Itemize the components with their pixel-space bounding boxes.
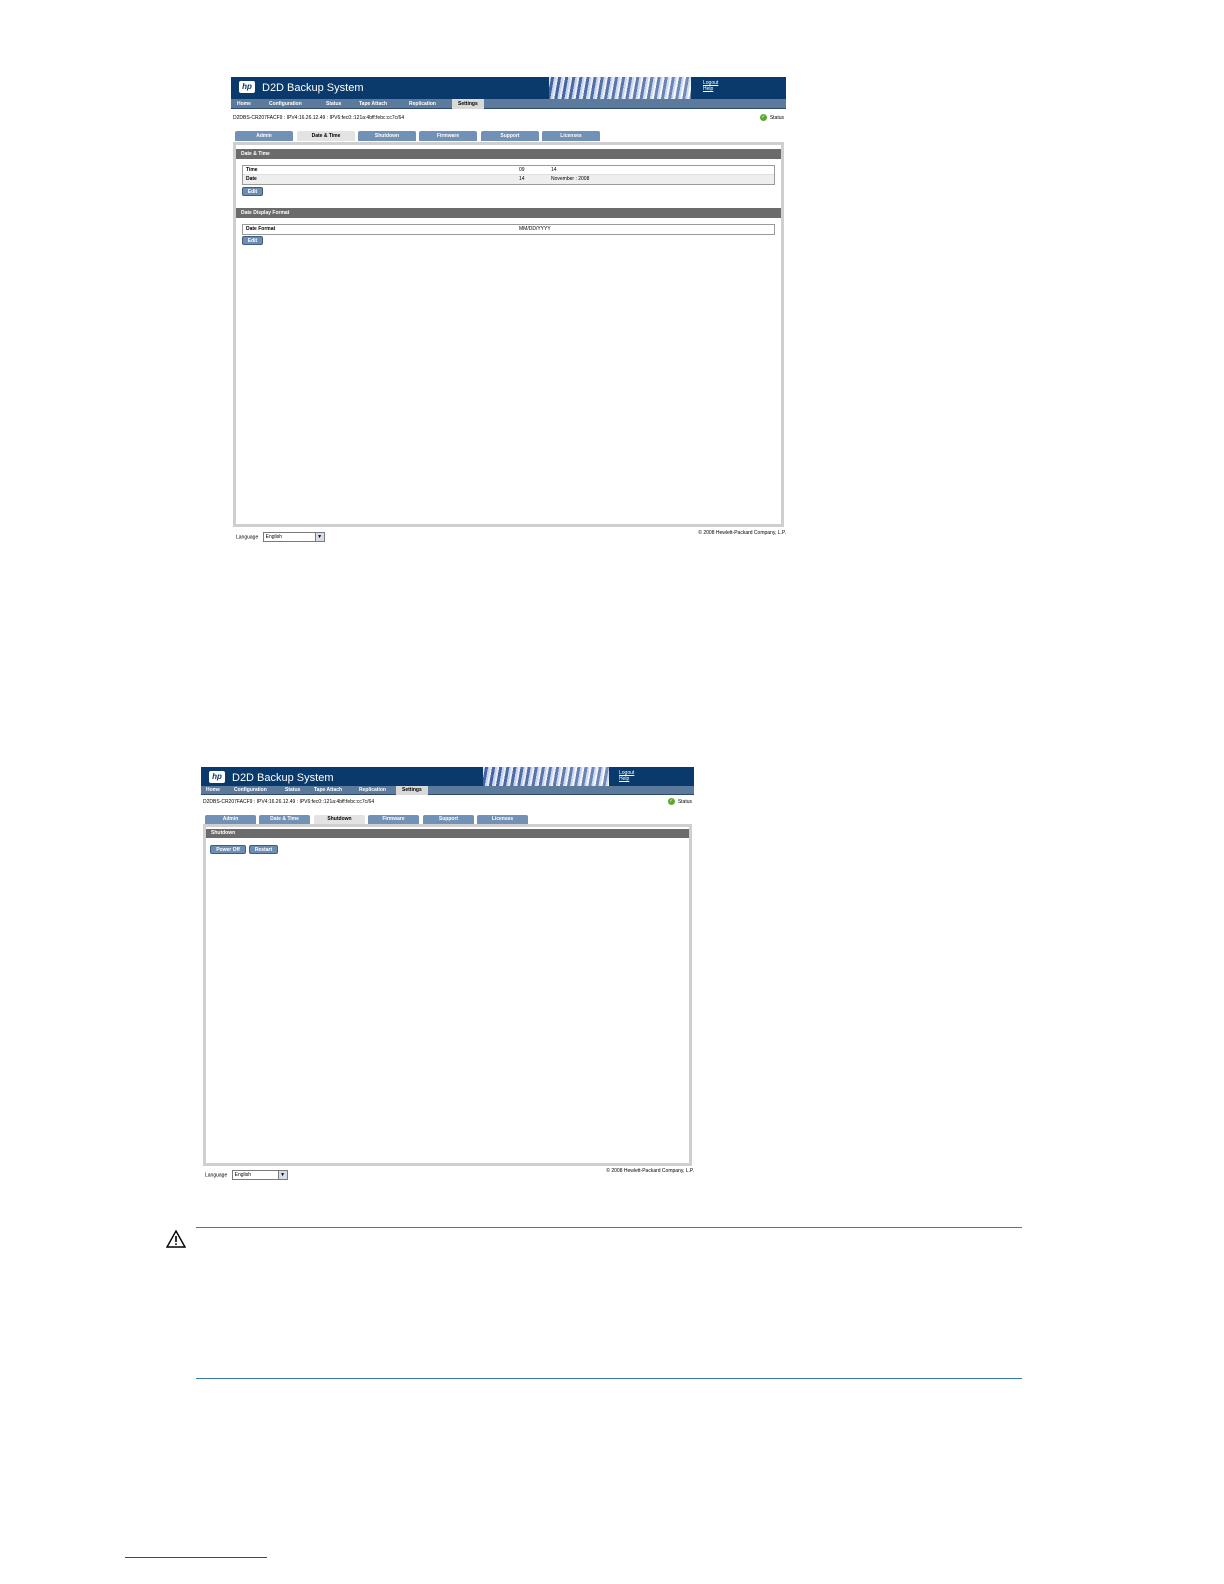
tab-date-time[interactable]: Date & Time <box>259 815 310 824</box>
status-ok-icon: ✓ <box>759 114 767 121</box>
copyright: © 2008 Hewlett-Packard Company, L.P. <box>606 1168 694 1174</box>
nav-tape-attach[interactable]: Tape Attach <box>314 786 342 795</box>
help-link[interactable]: Help <box>703 86 718 92</box>
nav-configuration[interactable]: Configuration <box>234 786 267 795</box>
copyright: © 2008 Hewlett-Packard Company, L.P. <box>698 530 786 536</box>
caution-bottom-rule <box>196 1378 1022 1379</box>
table-row: Date 14 November : 2008 <box>243 175 774 184</box>
tab-firmware[interactable]: Firmware <box>419 131 477 141</box>
date-time-table: Time 09 14 Date 14 November : 2008 <box>242 165 775 185</box>
settings-tabs: Admin Date & Time Shutdown Firmware Supp… <box>201 815 694 824</box>
language-select[interactable]: English ▼ <box>262 532 325 542</box>
app-title: D2D Backup System <box>262 82 364 94</box>
row-label: Date Format <box>246 226 276 232</box>
hp-logo-icon: hp <box>209 771 225 783</box>
tab-support[interactable]: Support <box>423 815 474 824</box>
tab-licenses[interactable]: Licenses <box>542 131 600 141</box>
time-hour-value: 09 <box>519 167 525 173</box>
nav-configuration[interactable]: Configuration <box>269 99 302 109</box>
date-month-year-value: November : 2008 <box>551 176 590 182</box>
nav-status[interactable]: Status <box>326 99 341 109</box>
status-ok-icon: ✓ <box>667 798 675 805</box>
tab-shutdown[interactable]: Shutdown <box>358 131 416 141</box>
footer-link-underline <box>125 1557 267 1558</box>
host-info: D2DBS-CR207FACF9 : IPV4:16.26.12.49 : IP… <box>233 115 405 121</box>
settings-tabs: Admin Date & Time Shutdown Firmware Supp… <box>231 131 786 141</box>
language-label: Language <box>236 534 259 541</box>
nav-replication[interactable]: Replication <box>409 99 436 109</box>
tab-licenses[interactable]: Licenses <box>477 815 528 824</box>
chevron-down-icon[interactable]: ▼ <box>277 1171 287 1179</box>
help-link[interactable]: Help <box>619 776 634 782</box>
nav-home[interactable]: Home <box>206 786 220 795</box>
section-title-date-display-format: Date Display Format <box>236 208 781 218</box>
section-title-date-time: Date & Time <box>236 149 781 159</box>
restart-button[interactable]: Restart <box>249 845 278 854</box>
language-label: Language <box>205 1172 228 1179</box>
date-day-value: 14 <box>519 176 525 182</box>
main-nav: Home Configuration Status Tape Attach Re… <box>201 786 694 795</box>
settings-panel: Shutdown Power Off Restart <box>203 824 692 1166</box>
table-row: Time 09 14 <box>243 166 774 175</box>
nav-tape-attach[interactable]: Tape Attach <box>359 99 387 109</box>
chevron-down-icon[interactable]: ▼ <box>314 533 324 541</box>
tab-date-time[interactable]: Date & Time <box>297 131 355 141</box>
edit-date-format-button[interactable]: Edit <box>242 236 263 245</box>
hp-logo-icon: hp <box>239 81 255 93</box>
language-selector: Language English ▼ <box>205 1170 288 1180</box>
edit-date-time-button[interactable]: Edit <box>242 187 263 196</box>
status-label: Status <box>769 114 784 121</box>
row-label: Date <box>246 176 257 182</box>
time-minute-value: 14 <box>551 167 557 173</box>
top-links: Logout Help <box>703 80 718 92</box>
language-selector: Language English ▼ <box>236 532 325 542</box>
language-value: English <box>265 534 283 540</box>
nav-settings[interactable]: Settings <box>452 99 484 109</box>
screenshot-date-time: hp D2D Backup System Logout Help Home Co… <box>231 77 786 545</box>
tab-admin[interactable]: Admin <box>205 815 256 824</box>
caution-top-rule <box>196 1227 1022 1228</box>
language-value: English <box>234 1172 252 1178</box>
host-info: D2DBS-CR207FACF9 : IPV4:16.26.12.49 : IP… <box>203 799 375 805</box>
tab-admin[interactable]: Admin <box>235 131 293 141</box>
main-nav: Home Configuration Status Tape Attach Re… <box>231 99 786 109</box>
building-image <box>549 77 691 99</box>
tab-shutdown[interactable]: Shutdown <box>314 815 365 824</box>
app-title: D2D Backup System <box>232 772 334 784</box>
status-label: Status <box>677 798 692 805</box>
status-indicator[interactable]: ✓ Status <box>667 798 692 805</box>
language-select[interactable]: English ▼ <box>231 1170 288 1180</box>
top-links: Logout Help <box>619 770 634 782</box>
nav-home[interactable]: Home <box>237 99 251 109</box>
nav-status[interactable]: Status <box>285 786 300 795</box>
tab-support[interactable]: Support <box>481 131 539 141</box>
settings-panel: Date & Time Time 09 14 Date 14 November … <box>233 142 784 527</box>
date-format-table: Date Format MM/DD/YYYY <box>242 224 775 235</box>
section-title-shutdown: Shutdown <box>206 829 689 838</box>
row-label: Time <box>246 167 258 173</box>
nav-replication[interactable]: Replication <box>359 786 386 795</box>
date-format-value: MM/DD/YYYY <box>519 226 551 232</box>
power-off-button[interactable]: Power Off <box>210 845 246 854</box>
screenshot-shutdown: hp D2D Backup System Logout Help Home Co… <box>201 767 694 1183</box>
nav-settings[interactable]: Settings <box>396 786 428 795</box>
warning-triangle-icon <box>166 1230 186 1248</box>
status-indicator[interactable]: ✓ Status <box>759 114 784 121</box>
tab-firmware[interactable]: Firmware <box>368 815 419 824</box>
table-row: Date Format MM/DD/YYYY <box>243 225 774 234</box>
header-banner: hp D2D Backup System Logout Help <box>231 77 786 99</box>
